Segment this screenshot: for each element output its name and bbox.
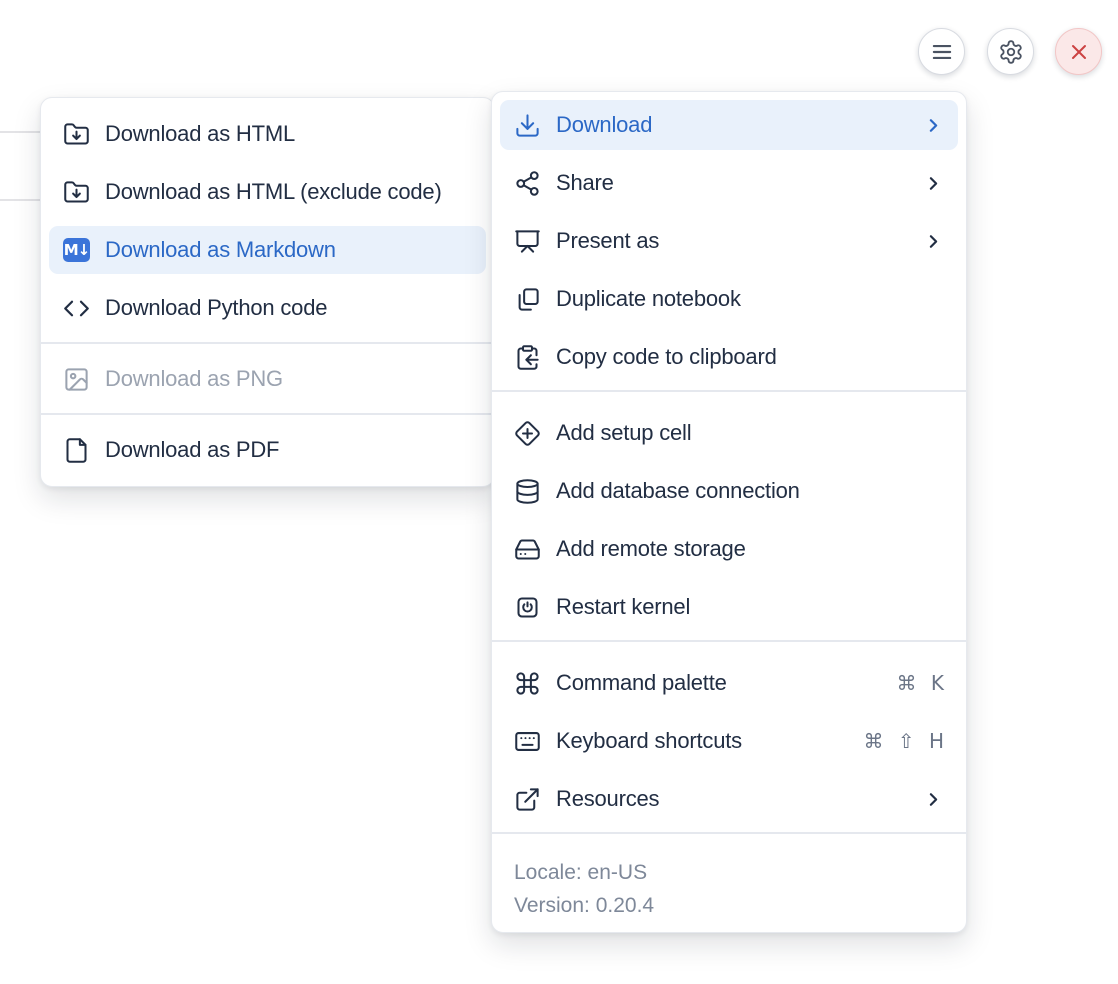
menu-item-trailing xyxy=(923,231,944,252)
menu-item-command-palette[interactable]: Command palette ⌘ K xyxy=(500,658,958,708)
notebook-menu-button[interactable] xyxy=(918,28,965,75)
gear-icon xyxy=(998,39,1024,65)
hamburger-icon xyxy=(929,39,955,65)
notebook-background: Download as HTML Download as HTML (exclud… xyxy=(0,0,1118,984)
menu-item-label: Keyboard shortcuts xyxy=(556,728,742,754)
menu-item-label: Download xyxy=(556,112,652,138)
locale-text: Locale: en-US xyxy=(514,856,944,889)
markdown-badge: M↓ xyxy=(63,238,90,262)
menu-item-label: Share xyxy=(556,170,614,196)
menu-item-label: Resources xyxy=(556,786,659,812)
command-icon xyxy=(514,670,541,697)
close-icon xyxy=(1067,40,1091,64)
chevron-right-icon xyxy=(923,789,944,810)
menu-item-resources[interactable]: Resources xyxy=(500,774,958,824)
shortcut-hint: ⌘ ⇧ H xyxy=(863,729,944,753)
menu-item-label: Download Python code xyxy=(105,295,327,321)
code-icon xyxy=(63,295,90,322)
folder-down-icon xyxy=(63,121,90,148)
menu-item-label: Present as xyxy=(556,228,659,254)
menu-item-trailing: ⌘ K xyxy=(897,671,944,695)
menu-item-label: Command palette xyxy=(556,670,727,696)
menu-item-label: Download as Markdown xyxy=(105,237,336,263)
menu-item-label: Download as PNG xyxy=(105,366,283,392)
presentation-icon xyxy=(514,228,541,255)
menu-item-add-setup-cell[interactable]: Add setup cell xyxy=(500,408,958,458)
clipboard-copy-icon xyxy=(514,344,541,371)
menu-item-label: Add remote storage xyxy=(556,536,746,562)
menu-item-add-database-connection[interactable]: Add database connection xyxy=(500,466,958,516)
shortcut-hint: ⌘ K xyxy=(897,671,944,695)
menu-item-share[interactable]: Share xyxy=(500,158,958,208)
menu-item-label: Download as HTML xyxy=(105,121,295,147)
menu-item-restart-kernel[interactable]: Restart kernel xyxy=(500,582,958,632)
image-icon xyxy=(63,366,90,393)
chevron-right-icon xyxy=(923,115,944,136)
menu-item-trailing xyxy=(923,789,944,810)
menu-item-label: Restart kernel xyxy=(556,594,690,620)
chevron-right-icon xyxy=(923,231,944,252)
share-icon xyxy=(514,170,541,197)
folder-down-icon xyxy=(63,179,90,206)
menu-separator xyxy=(492,640,966,642)
copy-icon xyxy=(514,286,541,313)
download-submenu: Download as HTML Download as HTML (exclud… xyxy=(40,97,495,487)
menu-item-download[interactable]: Download xyxy=(500,100,958,150)
menu-item-label: Duplicate notebook xyxy=(556,286,741,312)
version-text: Version: 0.20.4 xyxy=(514,889,944,922)
menu-separator xyxy=(492,832,966,834)
menu-item-present-as[interactable]: Present as xyxy=(500,216,958,266)
external-link-icon xyxy=(514,786,541,813)
download-icon xyxy=(514,112,541,139)
menu-item-copy-code-to-clipboard[interactable]: Copy code to clipboard xyxy=(500,332,958,382)
menu-item-download-as-pdf[interactable]: Download as PDF xyxy=(49,426,486,474)
menu-item-label: Download as HTML (exclude code) xyxy=(105,179,442,205)
keyboard-icon xyxy=(514,728,541,755)
menu-item-label: Copy code to clipboard xyxy=(556,344,777,370)
diamond-plus-icon xyxy=(514,420,541,447)
menu-item-download-as-png: Download as PNG xyxy=(49,355,486,403)
database-icon xyxy=(514,478,541,505)
menu-item-label: Add setup cell xyxy=(556,420,691,446)
menu-separator xyxy=(492,390,966,392)
file-icon xyxy=(63,437,90,464)
menu-item-label: Add database connection xyxy=(556,478,800,504)
menu-item-label: Download as PDF xyxy=(105,437,279,463)
shutdown-button[interactable] xyxy=(1055,28,1102,75)
hard-drive-icon xyxy=(514,536,541,563)
background-cell-border xyxy=(0,199,40,201)
menu-separator xyxy=(41,342,494,344)
menu-item-add-remote-storage[interactable]: Add remote storage xyxy=(500,524,958,574)
menu-item-download-as-html[interactable]: Download as HTML xyxy=(49,110,486,158)
markdown-icon: M↓ xyxy=(63,237,90,264)
menu-item-trailing xyxy=(923,115,944,136)
menu-item-trailing xyxy=(923,173,944,194)
menu-item-trailing: ⌘ ⇧ H xyxy=(863,729,944,753)
menu-item-duplicate-notebook[interactable]: Duplicate notebook xyxy=(500,274,958,324)
chevron-right-icon xyxy=(923,173,944,194)
menu-item-download-as-markdown[interactable]: M↓ Download as Markdown xyxy=(49,226,486,274)
menu-item-keyboard-shortcuts[interactable]: Keyboard shortcuts ⌘ ⇧ H xyxy=(500,716,958,766)
menu-footer: Locale: en-USVersion: 0.20.4 xyxy=(500,850,958,924)
menu-separator xyxy=(41,413,494,415)
settings-button[interactable] xyxy=(987,28,1034,75)
menu-item-download-python-code[interactable]: Download Python code xyxy=(49,284,486,332)
background-cell-border xyxy=(0,131,40,133)
menu-item-download-as-html-exclude-code[interactable]: Download as HTML (exclude code) xyxy=(49,168,486,216)
square-power-icon xyxy=(514,594,541,621)
notebook-actions-menu: Download Share Present as Duplicate noteboo… xyxy=(491,91,967,933)
